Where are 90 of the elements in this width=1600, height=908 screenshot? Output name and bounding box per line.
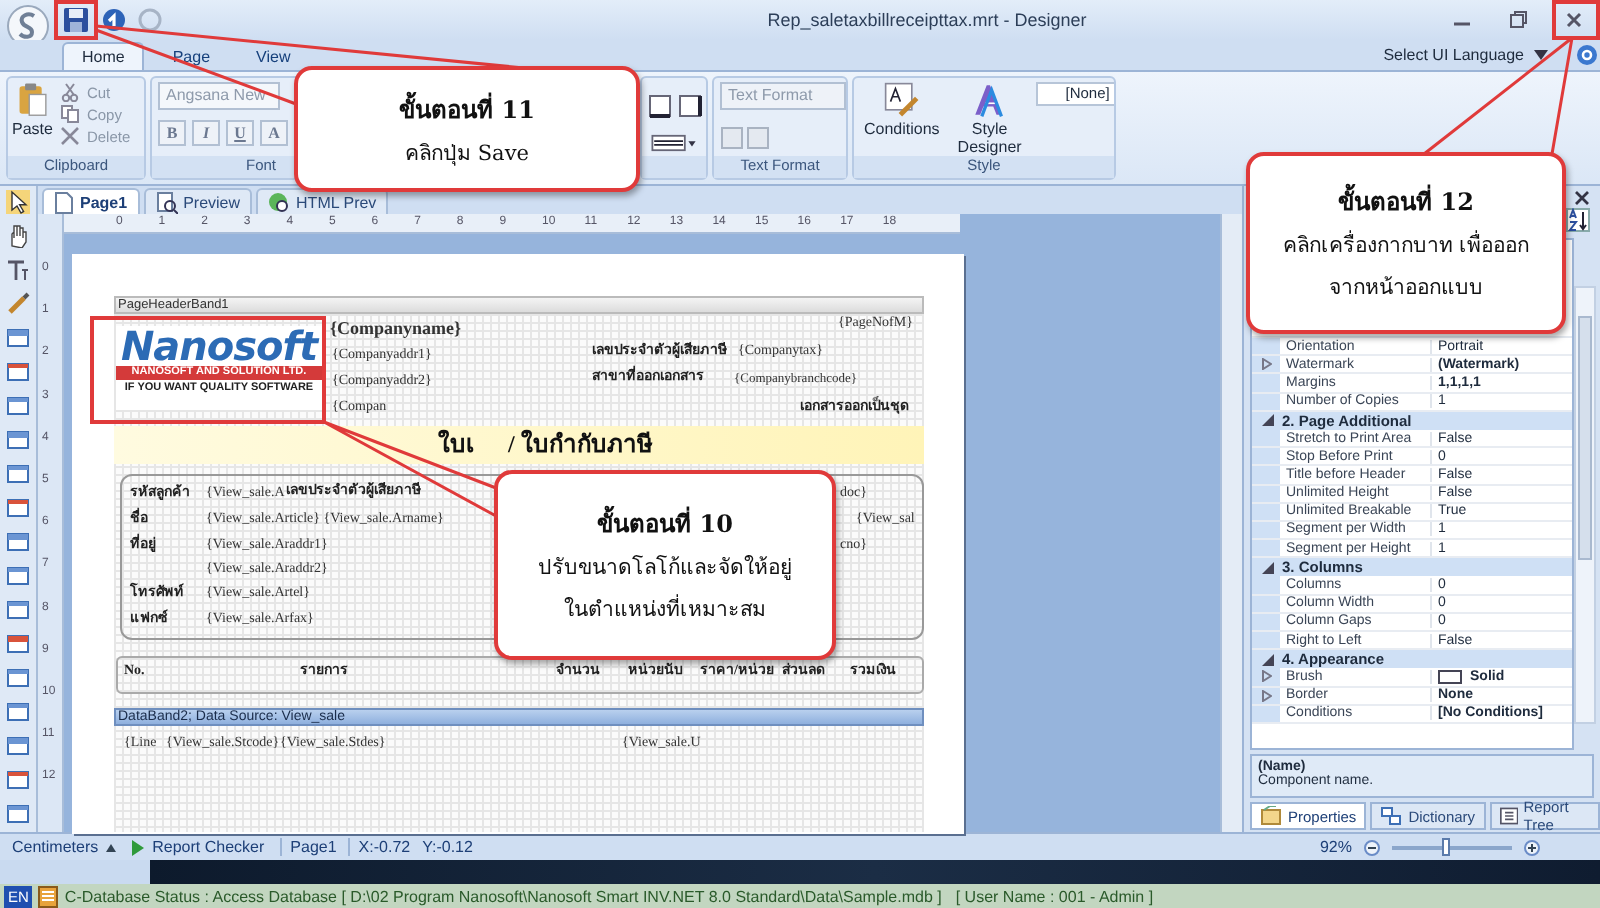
database-status: C-Database Status : Access Database [ D:\02 Program Nanosoft\Nanosoft Smart INV.NET 8.0 Standard\Data\Sample.mdb ]: [64, 887, 942, 905]
border-right-icon[interactable]: [678, 94, 702, 118]
band-tool-icon[interactable]: [6, 632, 30, 656]
band-tool-icon[interactable]: [6, 768, 30, 792]
document-tab[interactable]: Page1: [42, 188, 140, 214]
band-tool-icon[interactable]: [6, 802, 30, 826]
zoom-out-icon[interactable]: [1364, 839, 1380, 855]
expand-icon[interactable]: [1261, 358, 1271, 371]
band-tool-icon[interactable]: [6, 700, 30, 724]
page-icon: [54, 191, 74, 213]
language-menu[interactable]: Select UI Language: [1383, 46, 1524, 64]
callout-title: ขั้นตอนที่ 10: [597, 504, 733, 542]
magnifier-page-icon: [155, 191, 178, 213]
border-bottom-icon[interactable]: [648, 94, 672, 118]
text-tool-icon[interactable]: [6, 258, 30, 282]
format-button[interactable]: A: [260, 120, 288, 146]
highlight-frame: [54, 0, 98, 40]
zoom-level: 92%: [1319, 838, 1352, 856]
band-tool-icon[interactable]: [6, 598, 30, 622]
band-tool-icon[interactable]: [6, 666, 30, 690]
format-button[interactable]: B: [158, 120, 186, 146]
callout-title: ขั้นตอนที่ 11: [399, 89, 535, 127]
cursor-x: X:-0.72: [348, 838, 411, 856]
style-designer-button[interactable]: Style Designer: [951, 82, 1028, 156]
report-field: {Companyname}: [330, 318, 462, 340]
band-tool-icon[interactable]: [6, 530, 30, 554]
caret-icon[interactable]: [1534, 50, 1548, 60]
undo-icon[interactable]: [102, 8, 126, 32]
report-title: ใบเ: [438, 428, 474, 460]
band-tool-icon[interactable]: [6, 496, 30, 520]
format-button[interactable]: U: [226, 120, 254, 146]
clipboard-icon: [14, 82, 51, 118]
document-tab[interactable]: Preview: [143, 188, 253, 214]
scissors-icon: [60, 82, 81, 102]
database-icon: [38, 885, 59, 907]
list-icon: [1499, 806, 1518, 826]
caret-icon[interactable]: [106, 843, 117, 851]
band-tool-icon[interactable]: [6, 326, 30, 350]
close-icon[interactable]: [1564, 10, 1584, 30]
table-icon: [1380, 806, 1403, 826]
pointer-tool-icon[interactable]: [6, 190, 30, 214]
callout-text: คลิกเครื่องกากบาท เพื่อออก: [1282, 228, 1530, 262]
sort-icon[interactable]: [1566, 208, 1590, 232]
cursor-y: Y:-0.12: [422, 838, 473, 856]
line-style-dropdown-icon[interactable]: [648, 134, 700, 152]
band-tool-icon[interactable]: [6, 462, 30, 486]
close-icon[interactable]: [1574, 190, 1590, 206]
document-tab[interactable]: HTML Prev: [256, 188, 389, 214]
band-tool-icon[interactable]: [6, 360, 30, 384]
callout-title: ขั้นตอนที่ 12: [1338, 182, 1474, 220]
paste-button[interactable]: Paste: [10, 82, 55, 138]
band-tool-icon[interactable]: [6, 428, 30, 452]
collapse-icon[interactable]: [1262, 414, 1274, 427]
cross-icon: [60, 126, 81, 146]
ribbon-tab[interactable]: Home: [62, 42, 145, 70]
band-tool-icon[interactable]: [6, 734, 30, 758]
collapse-icon[interactable]: [1262, 653, 1274, 666]
callout-text: จากหน้าออกแบบ: [1329, 274, 1483, 304]
highlight-frame: [1552, 0, 1600, 40]
brush-tool-icon[interactable]: [6, 292, 30, 316]
callout-text: ในตำแหน่งที่เหมาะสม: [564, 592, 766, 626]
ribbon-tab[interactable]: Page: [154, 44, 229, 70]
report-checker-button[interactable]: Report Checker: [128, 838, 269, 856]
user-name: [ User Name : 001 - Admin ]: [955, 887, 1154, 905]
window-title: Rep_saletaxbillreceipttax.mrt - Designer: [765, 10, 1089, 30]
color-swatch: [1438, 669, 1462, 684]
help-icon[interactable]: [1576, 44, 1598, 66]
group-label: [642, 156, 706, 178]
hand-tool-icon[interactable]: [6, 224, 30, 248]
collapse-icon[interactable]: [1262, 561, 1274, 574]
scrollbar[interactable]: [1574, 286, 1596, 724]
zoom-in-icon[interactable]: [1524, 839, 1540, 855]
play-icon: [132, 839, 145, 855]
callout-text: ปรับขนาดโลโก้และจัดให้อยู่: [538, 553, 792, 584]
ribbon-tab[interactable]: View: [238, 44, 309, 70]
copy-icon: [60, 104, 81, 124]
restore-icon[interactable]: [1508, 10, 1528, 30]
conditions-button[interactable]: Conditions: [860, 82, 944, 138]
band-tool-icon[interactable]: [6, 564, 30, 588]
units-dropdown[interactable]: Centimeters: [12, 838, 99, 856]
slider-thumb[interactable]: [1442, 837, 1450, 855]
pencil-on-page-icon: [883, 82, 920, 118]
letter-a-icon: [971, 82, 1008, 118]
band-tool-icon[interactable]: [6, 394, 30, 418]
page-indicator: Page1: [280, 838, 337, 856]
format-button[interactable]: I: [192, 120, 220, 146]
report-title: / ใบกำกับภาษี: [508, 428, 653, 460]
save-icon[interactable]: [62, 6, 90, 34]
scrollbar[interactable]: [1220, 214, 1242, 832]
folder-icon: [1260, 806, 1282, 826]
